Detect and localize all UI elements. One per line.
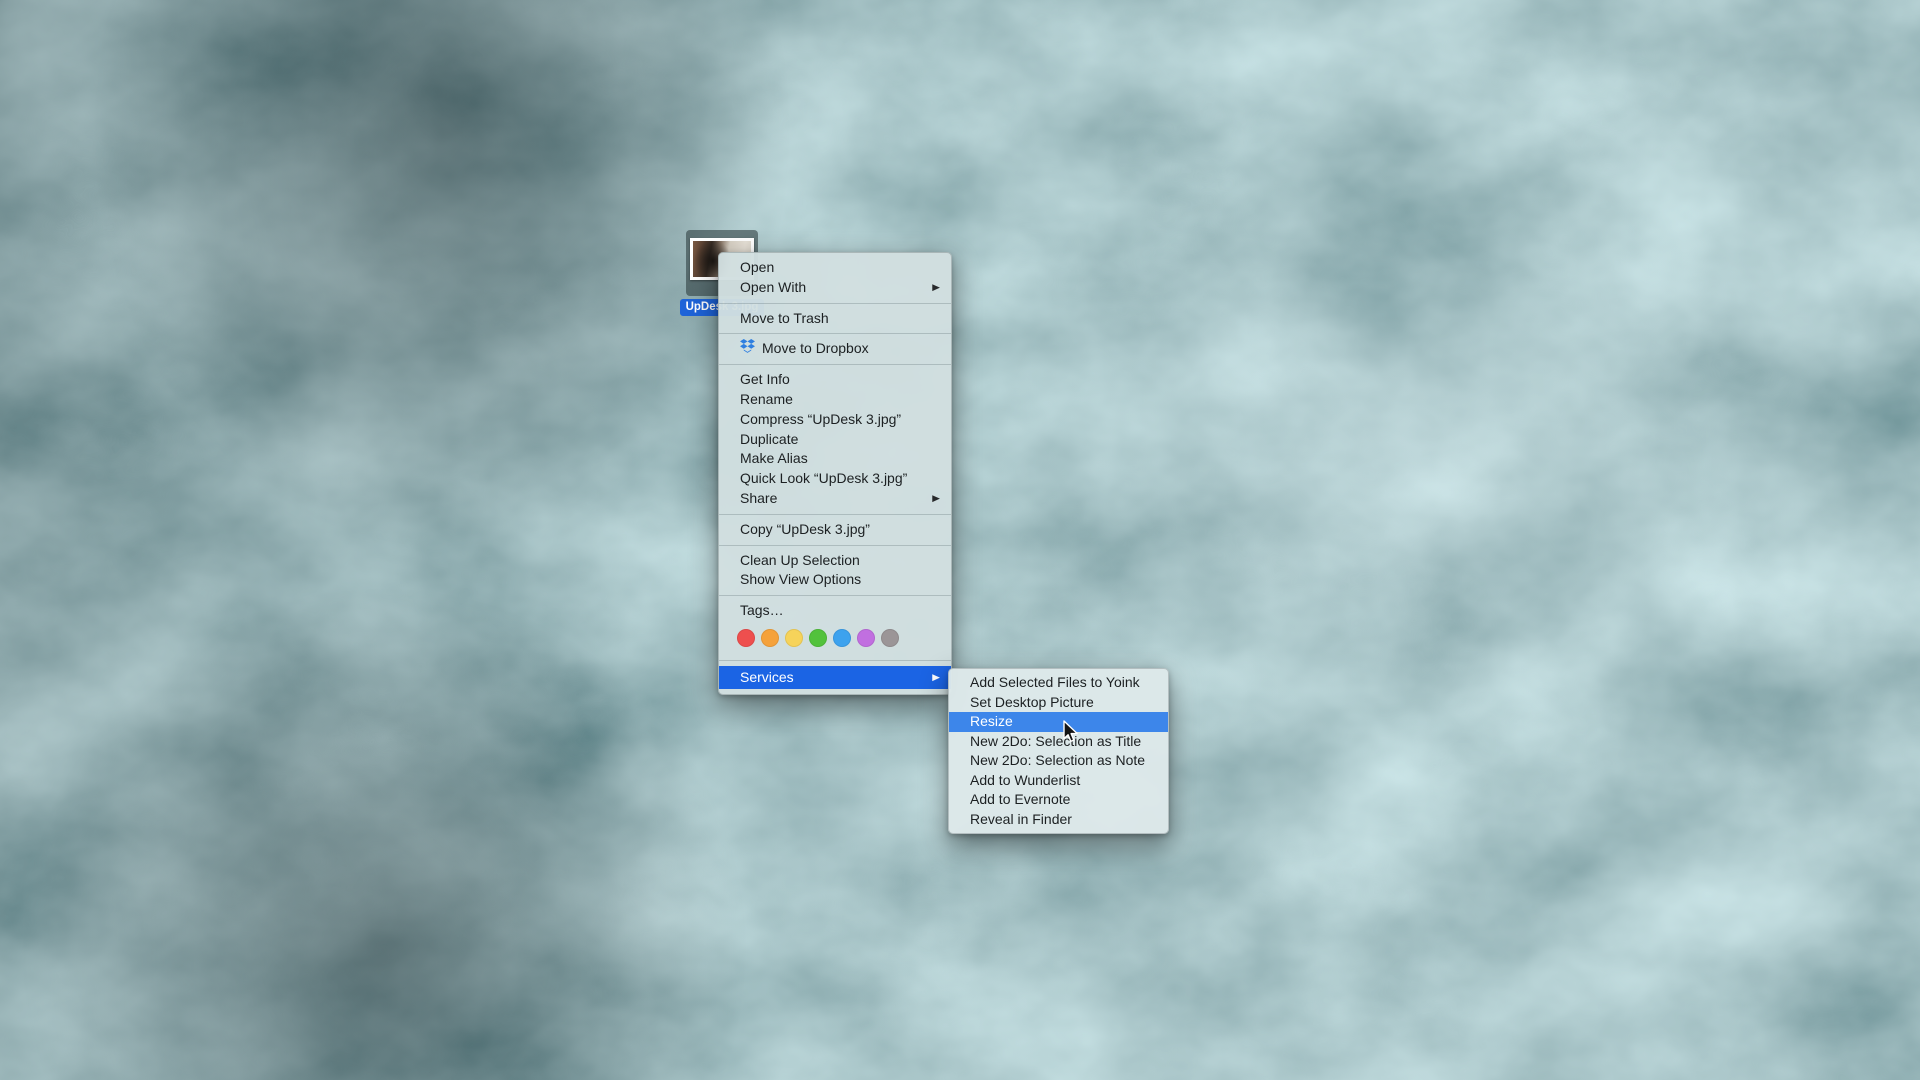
menu-separator — [719, 364, 951, 365]
tag-color-dot-gray[interactable] — [881, 629, 899, 647]
menu-item-label: Share — [740, 489, 932, 509]
menu-item-get-info[interactable]: Get Info — [719, 370, 951, 390]
menu-item-services[interactable]: Services ▶ — [719, 666, 951, 689]
menu-item-label: Add to Evernote — [970, 790, 1157, 810]
dropbox-icon — [740, 339, 755, 359]
tag-color-dot-purple[interactable] — [857, 629, 875, 647]
menu-item-label: Add Selected Files to Yoink — [970, 673, 1157, 693]
submenu-item-add-to-yoink[interactable]: Add Selected Files to Yoink — [949, 673, 1168, 693]
tag-color-dot-red[interactable] — [737, 629, 755, 647]
tag-color-row — [719, 621, 951, 655]
menu-item-label: Move to Trash — [740, 309, 940, 329]
mouse-cursor — [1059, 719, 1083, 750]
menu-separator — [719, 514, 951, 515]
menu-item-label: New 2Do: Selection as Note — [970, 751, 1157, 771]
menu-separator — [719, 333, 951, 334]
submenu-arrow-icon: ▶ — [932, 490, 940, 508]
menu-item-label: Services — [740, 666, 932, 689]
menu-item-label: Move to Dropbox — [762, 339, 940, 359]
submenu-item-reveal-in-finder[interactable]: Reveal in Finder — [949, 810, 1168, 830]
menu-separator — [719, 660, 951, 661]
tag-color-dot-orange[interactable] — [761, 629, 779, 647]
menu-item-make-alias[interactable]: Make Alias — [719, 449, 951, 469]
menu-item-label: Add to Wunderlist — [970, 771, 1157, 791]
menu-item-clean-up-selection[interactable]: Clean Up Selection — [719, 551, 951, 571]
menu-item-label: Copy “UpDesk 3.jpg” — [740, 520, 940, 540]
submenu-item-set-desktop-picture[interactable]: Set Desktop Picture — [949, 693, 1168, 713]
menu-item-label: Rename — [740, 390, 940, 410]
submenu-arrow-icon: ▶ — [932, 667, 940, 688]
menu-item-share[interactable]: Share ▶ — [719, 489, 951, 509]
submenu-arrow-icon: ▶ — [932, 279, 940, 297]
menu-item-label: Show View Options — [740, 570, 940, 590]
desktop: UpDesk 3.jpg Open Open With ▶ Move to Tr… — [0, 0, 1920, 1080]
menu-item-label: Set Desktop Picture — [970, 693, 1157, 713]
menu-separator — [719, 545, 951, 546]
services-submenu: Add Selected Files to Yoink Set Desktop … — [948, 668, 1169, 834]
menu-item-move-to-trash[interactable]: Move to Trash — [719, 309, 951, 329]
menu-item-label: Clean Up Selection — [740, 551, 940, 571]
menu-item-label: Quick Look “UpDesk 3.jpg” — [740, 469, 940, 489]
submenu-item-new-2do-note[interactable]: New 2Do: Selection as Note — [949, 751, 1168, 771]
menu-item-compress[interactable]: Compress “UpDesk 3.jpg” — [719, 410, 951, 430]
menu-item-open-with[interactable]: Open With ▶ — [719, 278, 951, 298]
menu-item-quick-look[interactable]: Quick Look “UpDesk 3.jpg” — [719, 469, 951, 489]
menu-item-label: Compress “UpDesk 3.jpg” — [740, 410, 940, 430]
menu-item-open[interactable]: Open — [719, 258, 951, 278]
menu-item-duplicate[interactable]: Duplicate — [719, 430, 951, 450]
wallpaper-shading — [0, 0, 1920, 1080]
context-menu: Open Open With ▶ Move to Trash — [718, 252, 952, 695]
menu-item-label: Make Alias — [740, 449, 940, 469]
menu-separator — [719, 303, 951, 304]
submenu-item-add-to-wunderlist[interactable]: Add to Wunderlist — [949, 771, 1168, 791]
menu-item-move-to-dropbox[interactable]: Move to Dropbox — [719, 339, 951, 359]
menu-item-label: Get Info — [740, 370, 940, 390]
menu-item-show-view-options[interactable]: Show View Options — [719, 570, 951, 590]
menu-item-label: Open With — [740, 278, 932, 298]
tag-color-dot-yellow[interactable] — [785, 629, 803, 647]
menu-item-label: Reveal in Finder — [970, 810, 1157, 830]
menu-item-label: Tags… — [740, 601, 940, 621]
menu-item-label: Open — [740, 258, 940, 278]
tag-color-dot-green[interactable] — [809, 629, 827, 647]
menu-item-label: Duplicate — [740, 430, 940, 450]
tag-color-dot-blue[interactable] — [833, 629, 851, 647]
menu-item-tags[interactable]: Tags… — [719, 601, 951, 621]
menu-separator — [719, 595, 951, 596]
submenu-item-add-to-evernote[interactable]: Add to Evernote — [949, 790, 1168, 810]
menu-item-copy[interactable]: Copy “UpDesk 3.jpg” — [719, 520, 951, 540]
menu-item-rename[interactable]: Rename — [719, 390, 951, 410]
